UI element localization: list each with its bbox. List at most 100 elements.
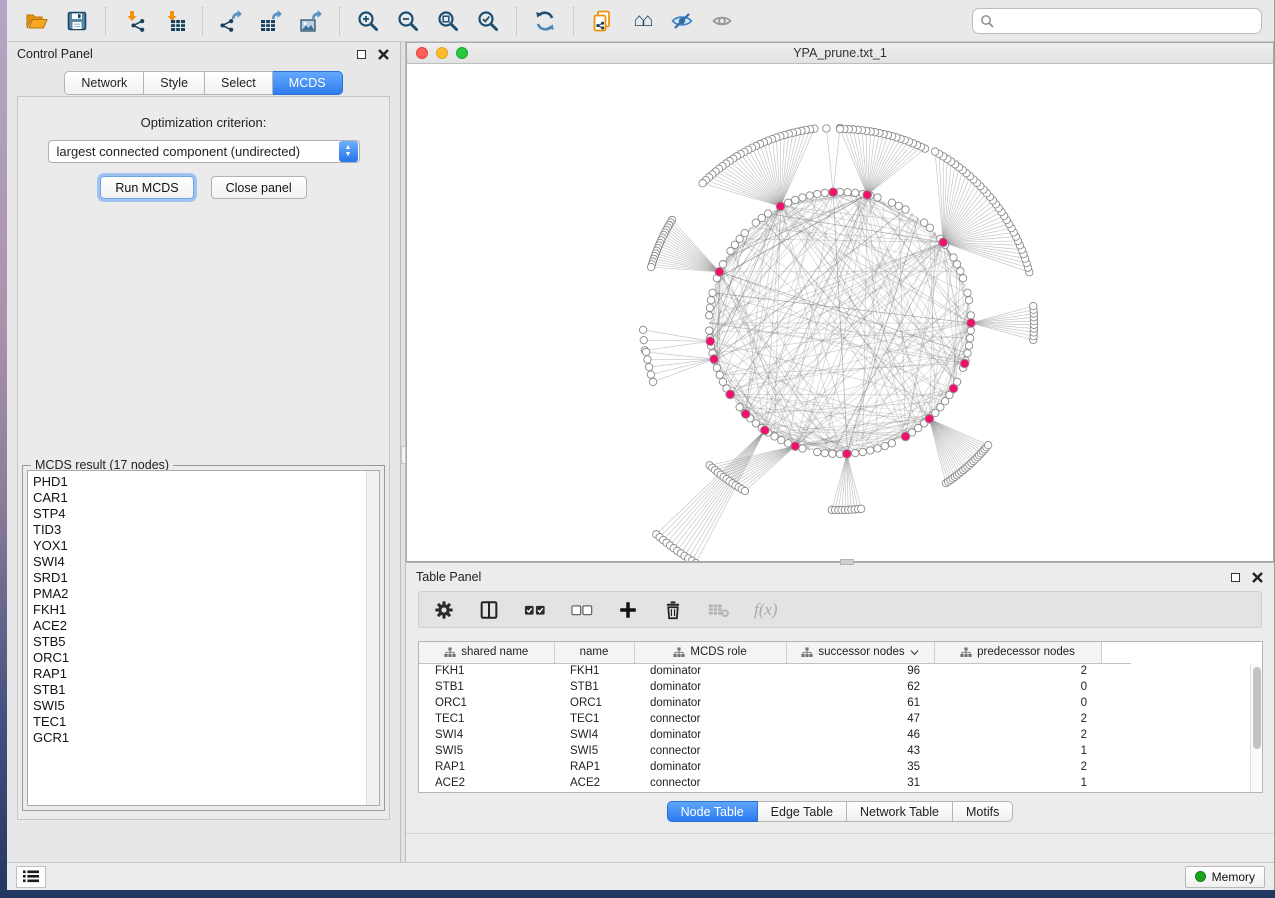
result-list-item[interactable]: STB1	[33, 682, 379, 698]
export-table-icon[interactable]	[254, 4, 288, 38]
tab-select[interactable]: Select	[205, 71, 273, 95]
result-list-item[interactable]: ORC1	[33, 650, 379, 666]
result-list-item[interactable]: RAP1	[33, 666, 379, 682]
export-image-icon[interactable]	[294, 4, 328, 38]
result-list-item[interactable]: SWI5	[33, 698, 379, 714]
tab-network[interactable]: Network	[64, 71, 144, 95]
import-network-icon[interactable]	[117, 4, 151, 38]
result-list-item[interactable]: TID3	[33, 522, 379, 538]
zoom-selected-icon[interactable]	[471, 4, 505, 38]
tab-network-table[interactable]: Network Table	[847, 801, 953, 822]
table-row[interactable]: YOX1YOX1connector291	[419, 791, 1131, 793]
toolbar-separator	[105, 7, 106, 35]
node-table: shared namenameMCDS rolesuccessor nodesp…	[418, 641, 1263, 793]
memory-button[interactable]: Memory	[1185, 866, 1265, 888]
result-list-item[interactable]: STB5	[33, 634, 379, 650]
optimization-criterion-select[interactable]: largest connected component (undirected)…	[48, 140, 360, 163]
zoom-fit-icon[interactable]	[431, 4, 465, 38]
save-session-icon[interactable]	[60, 4, 94, 38]
mcds-tab-panel: Optimization criterion: largest connecte…	[17, 96, 390, 820]
import-table-icon[interactable]	[157, 4, 191, 38]
column-header-predecessor-nodes[interactable]: predecessor nodes	[934, 642, 1101, 663]
table-header-row: shared namenameMCDS rolesuccessor nodesp…	[419, 642, 1131, 663]
search-box	[972, 8, 1262, 34]
table-row[interactable]: RAP1RAP1dominator352	[419, 759, 1131, 775]
result-list-item[interactable]: ACE2	[33, 618, 379, 634]
tab-mcds[interactable]: MCDS	[273, 71, 343, 95]
task-history-button[interactable]	[16, 866, 46, 888]
tab-style[interactable]: Style	[144, 71, 205, 95]
float-panel-icon[interactable]	[354, 47, 368, 61]
table-row[interactable]: SWI5SWI5connector431	[419, 743, 1131, 759]
tab-motifs[interactable]: Motifs	[953, 801, 1013, 822]
result-list-scrollbar[interactable]	[366, 471, 379, 805]
result-list-item[interactable]: SRD1	[33, 570, 379, 586]
close-panel-button[interactable]: Close panel	[211, 176, 307, 199]
network-window: YPA_prune.txt_1	[406, 42, 1274, 563]
control-panel-tabs: NetworkStyleSelectMCDS	[7, 71, 400, 95]
table-row[interactable]: SWI4SWI4dominator462	[419, 727, 1131, 743]
toolbar-separator	[516, 7, 517, 35]
close-panel-icon[interactable]	[1250, 570, 1264, 584]
result-list-item[interactable]: STP4	[33, 506, 379, 522]
refresh-view-icon[interactable]	[528, 4, 562, 38]
gear-icon[interactable]	[433, 599, 455, 621]
toolbar-separator	[573, 7, 574, 35]
result-list-item[interactable]: PMA2	[33, 586, 379, 602]
search-input[interactable]	[995, 14, 1254, 29]
network-window-title: YPA_prune.txt_1	[407, 46, 1273, 60]
horizontal-splitter-grip[interactable]	[840, 559, 854, 565]
column-header-name[interactable]: name	[554, 642, 634, 663]
network-titlebar: YPA_prune.txt_1	[406, 42, 1274, 64]
tab-node-table[interactable]: Node Table	[667, 801, 758, 822]
memory-label: Memory	[1212, 870, 1255, 884]
control-panel-title: Control Panel	[17, 47, 93, 61]
table-toolbar: f(x)	[418, 591, 1262, 628]
hide-all-columns-icon[interactable]	[570, 599, 594, 621]
control-panel: Control Panel NetworkStyleSelectMCDS Opt…	[7, 42, 400, 862]
table-panel-title: Table Panel	[416, 570, 481, 584]
table-row[interactable]: FKH1FKH1dominator962	[419, 663, 1131, 679]
table-scrollbar[interactable]	[1250, 664, 1262, 792]
run-mcds-button[interactable]: Run MCDS	[100, 176, 193, 199]
open-session-icon[interactable]	[20, 4, 54, 38]
add-column-icon[interactable]	[617, 599, 639, 621]
optimization-criterion-value: largest connected component (undirected)	[49, 144, 339, 159]
result-list-item[interactable]: GCR1	[33, 730, 379, 746]
hide-glasses-icon[interactable]	[665, 4, 699, 38]
table-row[interactable]: STB1STB1dominator620	[419, 679, 1131, 695]
zoom-out-icon[interactable]	[391, 4, 425, 38]
result-list-item[interactable]: YOX1	[33, 538, 379, 554]
split-columns-icon[interactable]	[478, 599, 500, 621]
export-network-icon[interactable]	[214, 4, 248, 38]
float-panel-icon[interactable]	[1228, 570, 1242, 584]
column-header-shared-name[interactable]: shared name	[419, 642, 554, 663]
network-graph[interactable]	[407, 64, 1274, 562]
table-panel: Table Panel	[406, 563, 1274, 862]
delete-column-icon[interactable]	[662, 599, 684, 621]
select-stepper-icon: ▲▼	[339, 141, 358, 162]
memory-status-icon	[1195, 871, 1206, 882]
result-list-item[interactable]: FKH1	[33, 602, 379, 618]
show-all-columns-icon[interactable]	[523, 599, 547, 621]
zoom-in-icon[interactable]	[351, 4, 385, 38]
result-list-item[interactable]: TEC1	[33, 714, 379, 730]
list-icon	[23, 870, 39, 883]
search-icon	[980, 14, 995, 29]
result-list-item[interactable]: PHD1	[33, 474, 379, 490]
search-network-icon[interactable]: ⌂⌂	[625, 4, 659, 38]
share-document-icon[interactable]	[585, 4, 619, 38]
column-header-MCDS-role[interactable]: MCDS role	[634, 642, 786, 663]
table-row[interactable]: ACE2ACE2connector311	[419, 775, 1131, 791]
column-header-successor-nodes[interactable]: successor nodes	[786, 642, 934, 663]
show-eye-icon[interactable]	[705, 4, 739, 38]
tab-edge-table[interactable]: Edge Table	[758, 801, 847, 822]
table-scrollbar-thumb[interactable]	[1253, 667, 1261, 749]
result-list-item[interactable]: CAR1	[33, 490, 379, 506]
table-tabs: Node TableEdge TableNetwork TableMotifs	[406, 801, 1274, 822]
result-list-item[interactable]: SWI4	[33, 554, 379, 570]
close-panel-icon[interactable]	[376, 47, 390, 61]
table-row[interactable]: ORC1ORC1dominator610	[419, 695, 1131, 711]
destroy-table-icon	[707, 599, 731, 621]
table-row[interactable]: TEC1TEC1connector472	[419, 711, 1131, 727]
